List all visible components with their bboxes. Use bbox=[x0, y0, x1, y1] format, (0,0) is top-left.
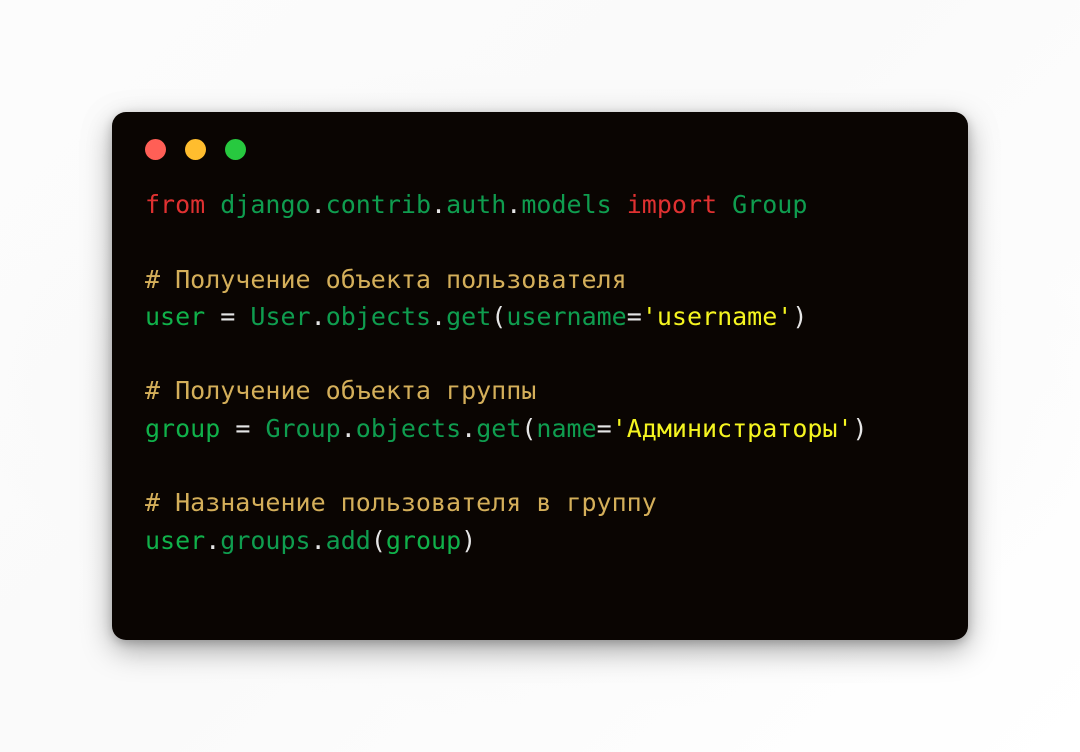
code-token-punct: ( bbox=[521, 414, 536, 443]
code-line: user = User.objects.get(username='userna… bbox=[145, 298, 968, 335]
code-token-punct: . bbox=[431, 190, 446, 219]
code-line: group = Group.objects.get(name='Админист… bbox=[145, 410, 968, 447]
code-token-attr: objects bbox=[356, 414, 461, 443]
close-window-button[interactable] bbox=[145, 139, 166, 160]
code-token-class: Group bbox=[732, 190, 807, 219]
code-snippet-window: from django.contrib.auth.models import G… bbox=[112, 112, 968, 640]
code-token-keyword: import bbox=[627, 190, 717, 219]
code-token-param: username bbox=[506, 302, 626, 331]
code-token-module: models bbox=[521, 190, 611, 219]
code-token-comment: # Получение объекта пользователя bbox=[145, 265, 627, 294]
code-token-punct: . bbox=[205, 526, 220, 555]
code-token-punct: . bbox=[311, 302, 326, 331]
code-line bbox=[145, 335, 968, 372]
code-token-punct bbox=[717, 190, 732, 219]
code-token-punct bbox=[205, 302, 220, 331]
code-token-param: name bbox=[536, 414, 596, 443]
code-line bbox=[145, 447, 968, 484]
code-token-attr: groups bbox=[220, 526, 310, 555]
code-token-module: auth bbox=[446, 190, 506, 219]
code-token-attr: get bbox=[476, 414, 521, 443]
code-token-comment: # Получение объекта группы bbox=[145, 376, 536, 405]
window-titlebar bbox=[112, 112, 968, 186]
code-token-punct: ) bbox=[461, 526, 476, 555]
code-token-punct: . bbox=[461, 414, 476, 443]
code-token-punct bbox=[205, 190, 220, 219]
code-line: user.groups.add(group) bbox=[145, 522, 968, 559]
code-token-keyword: from bbox=[145, 190, 205, 219]
code-token-class: Group bbox=[265, 414, 340, 443]
code-line bbox=[145, 223, 968, 260]
code-token-attr: get bbox=[446, 302, 491, 331]
code-token-punct bbox=[220, 414, 235, 443]
code-token-punct bbox=[235, 302, 250, 331]
code-token-op: = bbox=[220, 302, 235, 331]
code-token-op: = bbox=[235, 414, 250, 443]
code-token-string: 'Администраторы' bbox=[612, 414, 853, 443]
code-token-attr: add bbox=[326, 526, 371, 555]
code-token-punct bbox=[250, 414, 265, 443]
code-token-punct: ( bbox=[491, 302, 506, 331]
code-token-punct: ) bbox=[853, 414, 868, 443]
code-token-punct: . bbox=[431, 302, 446, 331]
code-token-name: group bbox=[386, 526, 461, 555]
code-token-punct: . bbox=[506, 190, 521, 219]
code-token-punct: . bbox=[311, 190, 326, 219]
code-token-op: = bbox=[627, 302, 642, 331]
code-token-class: User bbox=[250, 302, 310, 331]
code-token-name: user bbox=[145, 302, 205, 331]
code-token-punct: . bbox=[311, 526, 326, 555]
minimize-window-button[interactable] bbox=[185, 139, 206, 160]
code-token-punct: . bbox=[341, 414, 356, 443]
maximize-window-button[interactable] bbox=[225, 139, 246, 160]
code-line: from django.contrib.auth.models import G… bbox=[145, 186, 968, 223]
code-token-attr: objects bbox=[326, 302, 431, 331]
code-line: # Назначение пользователя в группу bbox=[145, 484, 968, 521]
code-token-name: user bbox=[145, 526, 205, 555]
code-token-punct bbox=[612, 190, 627, 219]
code-line: # Получение объекта группы bbox=[145, 372, 968, 409]
code-token-punct: ) bbox=[792, 302, 807, 331]
code-token-string: 'username' bbox=[642, 302, 793, 331]
code-token-module: django bbox=[220, 190, 310, 219]
code-token-op: = bbox=[597, 414, 612, 443]
code-token-module: contrib bbox=[326, 190, 431, 219]
code-block[interactable]: from django.contrib.auth.models import G… bbox=[112, 186, 968, 559]
code-token-punct: ( bbox=[371, 526, 386, 555]
code-line: # Получение объекта пользователя bbox=[145, 261, 968, 298]
code-token-name: group bbox=[145, 414, 220, 443]
code-token-comment: # Назначение пользователя в группу bbox=[145, 488, 657, 517]
